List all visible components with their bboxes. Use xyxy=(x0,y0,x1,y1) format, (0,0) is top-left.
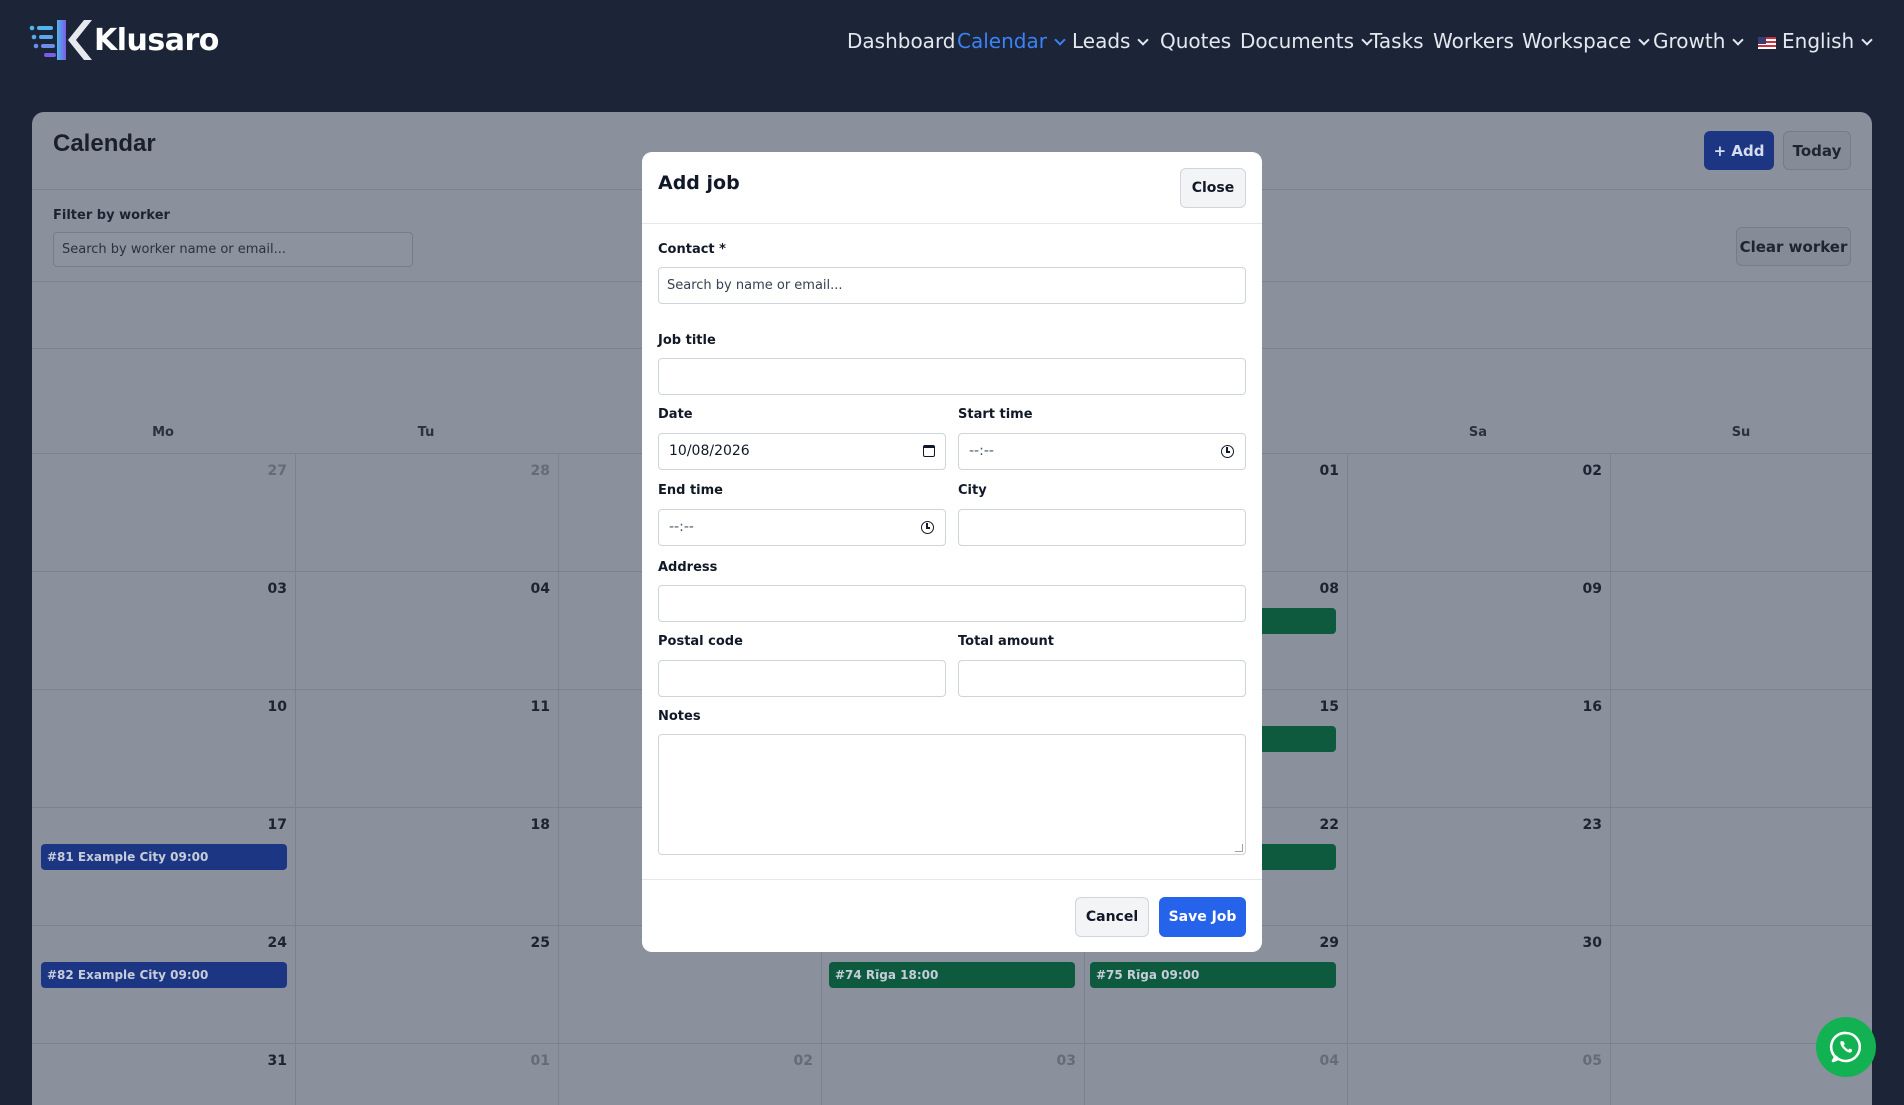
grid-line xyxy=(558,454,559,1105)
day-number[interactable]: 30 xyxy=(1562,935,1602,951)
chevron-down-icon xyxy=(1861,34,1873,46)
nav-dashboard[interactable]: Dashboard xyxy=(847,26,956,56)
total-amount-label: Total amount xyxy=(958,634,1055,649)
postal-code-label: Postal code xyxy=(658,634,743,649)
contact-label: Contact * xyxy=(658,242,726,257)
whatsapp-chat-button[interactable] xyxy=(1816,1017,1876,1077)
day-number[interactable]: 04 xyxy=(1299,1053,1339,1069)
chevron-down-icon xyxy=(1732,34,1745,46)
calendar-event[interactable]: #75 Rīga 09:00 xyxy=(1090,962,1336,988)
chevron-down-icon xyxy=(1638,34,1650,46)
chevron-down-icon xyxy=(1137,34,1150,46)
day-number[interactable]: 02 xyxy=(1562,463,1602,479)
nav-growth[interactable]: Growth xyxy=(1653,26,1745,56)
nav-quotes[interactable]: Quotes xyxy=(1160,26,1231,56)
nav-leads[interactable]: Leads xyxy=(1072,26,1150,56)
day-number[interactable]: 10 xyxy=(247,699,287,715)
address-input[interactable] xyxy=(658,585,1246,622)
day-number[interactable]: 17 xyxy=(247,817,287,833)
day-number[interactable]: 11 xyxy=(510,699,550,715)
postal-code-input[interactable] xyxy=(658,660,946,697)
day-number[interactable]: 01 xyxy=(510,1053,550,1069)
day-number[interactable]: 03 xyxy=(247,581,287,597)
end-time-label: End time xyxy=(658,483,723,498)
date-label: Date xyxy=(658,407,693,422)
add-button[interactable]: + Add xyxy=(1704,131,1774,170)
filter-by-worker-label: Filter by worker xyxy=(53,208,170,223)
calendar-event[interactable]: #74 Rīga 18:00 xyxy=(829,962,1075,988)
day-number[interactable]: 09 xyxy=(1562,581,1602,597)
main-nav: Dashboard Calendar Leads Quotes Document… xyxy=(0,26,1904,56)
page-title: Calendar xyxy=(53,130,156,157)
day-number[interactable]: 02 xyxy=(773,1053,813,1069)
add-job-modal: Add job Close Contact * Job title Date 1… xyxy=(642,152,1262,952)
start-time-value: --:-- xyxy=(969,443,994,459)
day-number[interactable]: 25 xyxy=(510,935,550,951)
grid-line xyxy=(32,1043,1872,1044)
nav-calendar[interactable]: Calendar xyxy=(957,26,1066,56)
divider xyxy=(642,223,1262,224)
calendar-event[interactable]: #81 Example City 09:00 xyxy=(41,844,287,870)
clear-worker-button[interactable]: Clear worker xyxy=(1736,227,1851,266)
save-job-button[interactable]: Save Job xyxy=(1159,897,1246,937)
date-value: 10/08/2026 xyxy=(669,443,750,459)
modal-title: Add job xyxy=(658,172,740,194)
day-number[interactable]: 22 xyxy=(1299,817,1339,833)
day-number[interactable]: 01 xyxy=(1299,463,1339,479)
total-amount-input[interactable] xyxy=(958,660,1246,697)
notes-label: Notes xyxy=(658,709,701,724)
day-number[interactable]: 28 xyxy=(510,463,550,479)
start-time-label: Start time xyxy=(958,407,1033,422)
day-number[interactable]: 04 xyxy=(510,581,550,597)
weekday-header: Sa xyxy=(1468,425,1488,440)
day-number[interactable]: 16 xyxy=(1562,699,1602,715)
whatsapp-icon xyxy=(1829,1031,1862,1063)
weekday-header: Su xyxy=(1731,425,1751,440)
clock-icon[interactable] xyxy=(1221,445,1234,458)
notes-textarea[interactable] xyxy=(658,734,1246,855)
day-number[interactable]: 03 xyxy=(1036,1053,1076,1069)
day-number[interactable]: 27 xyxy=(247,463,287,479)
worker-search-input[interactable]: Search by worker name or email... xyxy=(53,232,413,267)
nav-workers[interactable]: Workers xyxy=(1433,26,1514,56)
day-number[interactable]: 18 xyxy=(510,817,550,833)
chevron-down-icon xyxy=(1054,34,1066,46)
calendar-icon[interactable] xyxy=(923,445,935,457)
grid-line xyxy=(1610,454,1611,1105)
nav-documents[interactable]: Documents xyxy=(1240,26,1373,56)
us-flag-icon xyxy=(1758,37,1776,49)
job-title-label: Job title xyxy=(658,333,716,348)
today-button[interactable]: Today xyxy=(1783,131,1851,170)
city-input[interactable] xyxy=(958,509,1246,546)
day-number[interactable]: 05 xyxy=(1562,1053,1602,1069)
divider xyxy=(642,879,1262,880)
nav-tasks[interactable]: Tasks xyxy=(1370,26,1424,56)
day-number[interactable]: 15 xyxy=(1299,699,1339,715)
job-title-input[interactable] xyxy=(658,358,1246,395)
address-label: Address xyxy=(658,560,718,575)
grid-line xyxy=(1347,454,1348,1105)
nav-workspace[interactable]: Workspace xyxy=(1522,26,1650,56)
weekday-header: Tu xyxy=(417,425,435,440)
day-number[interactable]: 08 xyxy=(1299,581,1339,597)
day-number[interactable]: 24 xyxy=(247,935,287,951)
day-number[interactable]: 31 xyxy=(247,1053,287,1069)
day-number[interactable]: 29 xyxy=(1299,935,1339,951)
top-navigation-bar: Klusaro Dashboard Calendar Leads Quotes … xyxy=(0,0,1904,80)
city-label: City xyxy=(958,483,987,498)
language-selector[interactable]: English xyxy=(1758,26,1873,56)
end-time-input[interactable]: --:-- xyxy=(658,509,946,546)
day-number[interactable]: 23 xyxy=(1562,817,1602,833)
start-time-input[interactable]: --:-- xyxy=(958,433,1246,470)
end-time-value: --:-- xyxy=(669,519,694,535)
contact-search-input[interactable] xyxy=(658,267,1246,304)
weekday-header: Mo xyxy=(152,425,174,440)
grid-line xyxy=(295,454,296,1105)
calendar-event[interactable]: #82 Example City 09:00 xyxy=(41,962,287,988)
date-input[interactable]: 10/08/2026 xyxy=(658,433,946,470)
clock-icon[interactable] xyxy=(921,521,934,534)
cancel-button[interactable]: Cancel xyxy=(1075,897,1149,937)
close-button[interactable]: Close xyxy=(1180,168,1246,208)
